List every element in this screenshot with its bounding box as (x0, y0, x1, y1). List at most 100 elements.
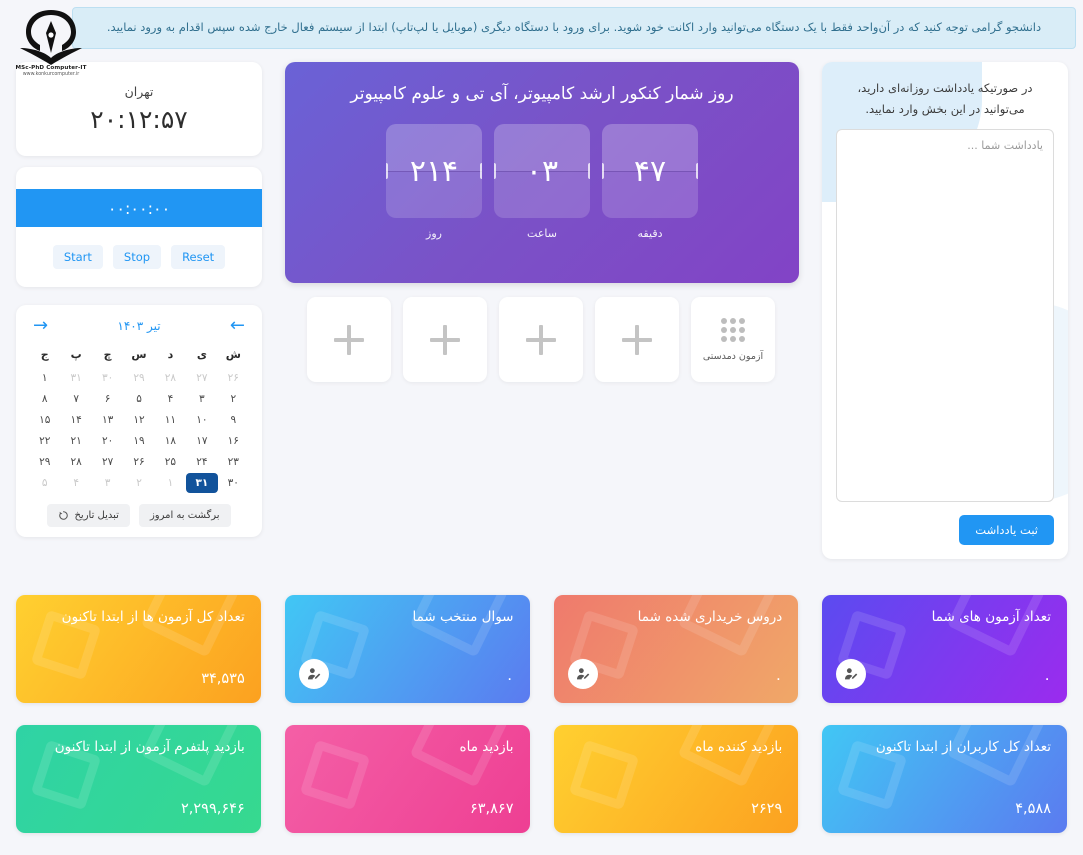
user-edit-icon (567, 659, 598, 689)
countdown-unit: ۴۷ دقیقه (602, 124, 698, 240)
calendar-day[interactable]: ۲۱ (60, 431, 91, 451)
tile-quick-exam[interactable]: آزمون دمدستی (691, 297, 775, 382)
clock-time-value: ۲۰:۱۲:۵۷ (90, 105, 188, 134)
calendar-day[interactable]: ۳۱ (60, 368, 91, 388)
calendar-day[interactable]: ۶ (92, 389, 123, 409)
stat-value: ۲۶۲۹ (751, 801, 783, 817)
calendar-day[interactable]: ۲۸ (155, 368, 186, 388)
calendar-today-label: برگشت به امروز (149, 510, 220, 521)
refresh-icon (59, 511, 69, 520)
stopwatch-start-button[interactable]: Start (52, 245, 103, 269)
stat-title: بازدید کننده ماه (695, 739, 783, 755)
calendar-day[interactable]: ۲۶ (123, 452, 154, 472)
stat-card[interactable]: بازدید کننده ماه ۲۶۲۹ (553, 725, 799, 833)
calendar-day[interactable]: ۱۸ (155, 431, 186, 451)
calendar-today-button[interactable]: برگشت به امروز (138, 504, 231, 527)
calendar-day[interactable]: ۲۳ (218, 452, 249, 472)
calendar-day[interactable]: ۲۰ (92, 431, 123, 451)
decorative-square (946, 725, 1046, 788)
calendar-day[interactable]: ۱ (29, 368, 60, 388)
calendar-weekday: چ (103, 348, 112, 361)
calendar-day[interactable]: ۱۵ (29, 410, 60, 430)
daily-notes-card: در صورتیکه یادداشت روزانه‌ای دارید، می‌ت… (822, 62, 1068, 559)
calendar-day[interactable]: ۲۴ (186, 452, 217, 472)
flip-pin-icon (480, 163, 482, 179)
countdown-flip-card: ۲۱۴ (386, 124, 482, 218)
stat-card[interactable]: تعداد کل آزمون ها از ابتدا تاکنون ۳۴,۵۳۵ (16, 595, 261, 703)
flip-pin-icon (602, 163, 604, 179)
calendar-day[interactable]: ۵ (123, 389, 154, 409)
stat-title: تعداد کل کاربران از ابتدا تاکنون (875, 739, 1051, 755)
calendar-day[interactable]: ۲۲ (29, 431, 60, 451)
countdown-value: ۴۷ (633, 153, 667, 189)
calendar-day[interactable]: ۱۷ (186, 431, 217, 451)
calendar-day[interactable]: ۱۴ (60, 410, 91, 430)
dot-grid-icon (721, 317, 745, 342)
calendar-header: ← تیر ۱۴۰۳ → (29, 317, 249, 335)
calendar-day[interactable]: ۲۷ (92, 452, 123, 472)
session-notice-banner: دانشجو گرامی توجه کنید که در آن‌واحد فقط… (72, 7, 1076, 49)
calendar-day[interactable]: ۷ (60, 389, 91, 409)
calendar-day[interactable]: ۹ (218, 410, 249, 430)
stopwatch-card: ۰۰:۰۰:۰۰ Reset Stop Start (16, 167, 262, 287)
decorative-square (677, 595, 777, 658)
countdown-unit: ۲۱۴ روز (386, 124, 482, 240)
calendar-weekday: د (167, 348, 174, 361)
calendar-day[interactable]: ۳۰ (218, 473, 249, 493)
stat-card[interactable]: دروس خریداری شده شما ۰ (553, 595, 799, 703)
logo-title: MSc-PhD Computer-IT (15, 65, 87, 71)
calendar-day[interactable]: ۲۸ (60, 452, 91, 472)
stat-card[interactable]: تعداد کل کاربران از ابتدا تاکنون ۴,۵۸۸ (822, 725, 1067, 833)
site-logo[interactable]: MSc-PhD Computer-IT www.konkurcomputer.i… (12, 8, 90, 86)
stat-title: تعداد کل آزمون ها از ابتدا تاکنون (61, 609, 245, 625)
calendar-day[interactable]: ۱۳ (92, 410, 123, 430)
stopwatch-value: ۰۰:۰۰:۰۰ (107, 198, 171, 218)
calendar-day[interactable]: ۲ (218, 389, 249, 409)
calendar-day-today[interactable]: ۳۱ (186, 473, 218, 493)
calendar-day[interactable]: ۲۷ (186, 368, 217, 388)
stat-card[interactable]: سوال منتخب شما ۰ (284, 595, 530, 703)
calendar-day[interactable]: ۲۹ (29, 452, 60, 472)
stopwatch-reset-button[interactable]: Reset (171, 245, 226, 269)
calendar-day[interactable]: ۲۹ (123, 368, 154, 388)
notes-input[interactable] (836, 129, 1054, 502)
calendar-day[interactable]: ۱ (155, 473, 186, 493)
statistics-grid: تعداد آزمون های شما ۰ دروس خریداری شده شما… (16, 595, 1067, 833)
calendar-weekday: ج (40, 348, 49, 361)
calendar-month-title: تیر ۱۴۰۳ (117, 319, 161, 333)
calendar-day[interactable]: ۳ (92, 473, 123, 493)
tile-add-shortcut[interactable] (403, 297, 487, 382)
stopwatch-controls: Reset Stop Start (16, 227, 262, 287)
tile-add-shortcut[interactable] (307, 297, 391, 382)
tile-label: آزمون دمدستی (702, 350, 764, 362)
calendar-day[interactable]: ۱۹ (123, 431, 154, 451)
calendar-day[interactable]: ۱۱ (155, 410, 186, 430)
stopwatch-stop-button[interactable]: Stop (112, 245, 162, 269)
submit-note-button[interactable]: ثبت یادداشت (959, 515, 1054, 545)
tile-add-shortcut[interactable] (499, 297, 583, 382)
calendar-day[interactable]: ۸ (29, 389, 60, 409)
calendar-day[interactable]: ۱۰ (186, 410, 217, 430)
calendar-day[interactable]: ۵ (29, 473, 60, 493)
calendar-day[interactable]: ۳ (186, 389, 217, 409)
calendar-day[interactable]: ۲ (123, 473, 154, 493)
calendar-next-arrow-icon[interactable]: ← (230, 317, 245, 335)
calendar-day[interactable]: ۲۶ (218, 368, 249, 388)
calendar-day[interactable]: ۱۲ (123, 410, 154, 430)
stat-card[interactable]: تعداد آزمون های شما ۰ (822, 595, 1067, 703)
flip-pin-icon (696, 163, 698, 179)
stat-card[interactable]: بازدید ماه ۶۳,۸۶۷ (284, 725, 530, 833)
exam-countdown-card: روز شمار کنکور ارشد کامپیوتر، آی تی و عل… (285, 62, 799, 283)
calendar-convert-date-button[interactable]: تبدیل تاریخ (47, 504, 130, 527)
calendar-day[interactable]: ۱۶ (218, 431, 249, 451)
calendar-day[interactable]: ۴ (155, 389, 186, 409)
calendar-day[interactable]: ۳۰ (92, 368, 123, 388)
stat-title: بازدید ماه (459, 739, 514, 755)
notes-intro-text: در صورتیکه یادداشت روزانه‌ای دارید، می‌ت… (857, 81, 1033, 116)
calendar-prev-arrow-icon[interactable]: → (33, 317, 48, 335)
stat-value: ۲,۲۹۹,۶۴۶ (181, 801, 245, 817)
tile-add-shortcut[interactable] (595, 297, 679, 382)
stat-card[interactable]: بازدید پلتفرم آزمون از ابتدا تاکنون ۲,۲۹۹… (16, 725, 261, 833)
calendar-day[interactable]: ۲۵ (155, 452, 186, 472)
calendar-day[interactable]: ۴ (60, 473, 91, 493)
